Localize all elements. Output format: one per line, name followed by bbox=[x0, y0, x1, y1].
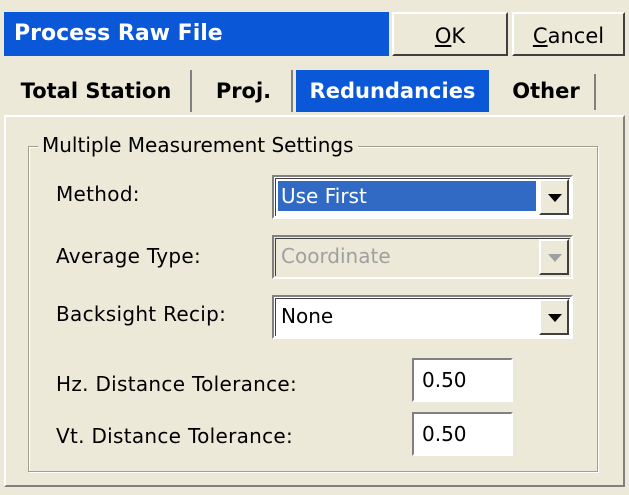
group-legend: Multiple Measurement Settings bbox=[38, 131, 358, 159]
tab-strip: Total Station Proj. Redundancies Other bbox=[0, 70, 629, 114]
chevron-down-icon bbox=[548, 254, 562, 262]
hz-distance-tolerance-input[interactable]: 0.50 bbox=[412, 358, 513, 402]
cancel-button[interactable]: Cancel bbox=[512, 12, 625, 56]
vt-distance-tolerance-value: 0.50 bbox=[422, 422, 467, 446]
tab-redundancies[interactable]: Redundancies bbox=[296, 70, 489, 112]
method-value: Use First bbox=[278, 181, 536, 211]
ok-button[interactable]: OK bbox=[392, 12, 508, 56]
average-type-dropdown[interactable]: Coordinate bbox=[272, 235, 573, 279]
vt-distance-tolerance-input[interactable]: 0.50 bbox=[412, 412, 513, 456]
hz-distance-tolerance-value: 0.50 bbox=[422, 368, 467, 392]
chevron-down-icon bbox=[548, 314, 562, 322]
average-type-dropdown-button[interactable] bbox=[539, 239, 569, 275]
tab-other[interactable]: Other bbox=[490, 70, 602, 112]
tab-separator bbox=[594, 74, 596, 110]
vt-distance-tolerance-label: Vt. Distance Tolerance: bbox=[56, 424, 294, 448]
cancel-label-rest: ancel bbox=[547, 24, 605, 48]
method-dropdown-button[interactable] bbox=[539, 179, 569, 215]
backsight-recip-dropdown-button[interactable] bbox=[539, 299, 569, 335]
average-type-label: Average Type: bbox=[56, 244, 202, 268]
backsight-recip-label: Backsight Recip: bbox=[56, 302, 227, 326]
window-title: Process Raw File bbox=[14, 21, 223, 46]
average-type-value: Coordinate bbox=[281, 244, 391, 268]
ok-mnemonic: O bbox=[434, 24, 452, 48]
backsight-recip-dropdown[interactable]: None bbox=[272, 295, 573, 339]
backsight-recip-value: None bbox=[281, 304, 334, 328]
method-dropdown[interactable]: Use First bbox=[272, 175, 573, 219]
ok-label-rest: K bbox=[451, 24, 466, 48]
cancel-mnemonic: C bbox=[532, 24, 548, 48]
chevron-down-icon bbox=[548, 194, 562, 202]
method-label: Method: bbox=[56, 182, 140, 206]
hz-distance-tolerance-label: Hz. Distance Tolerance: bbox=[56, 372, 298, 396]
title-bar: Process Raw File OK Cancel bbox=[0, 0, 629, 66]
tab-proj[interactable]: Proj. bbox=[196, 70, 293, 112]
tab-total-station[interactable]: Total Station bbox=[2, 70, 192, 112]
